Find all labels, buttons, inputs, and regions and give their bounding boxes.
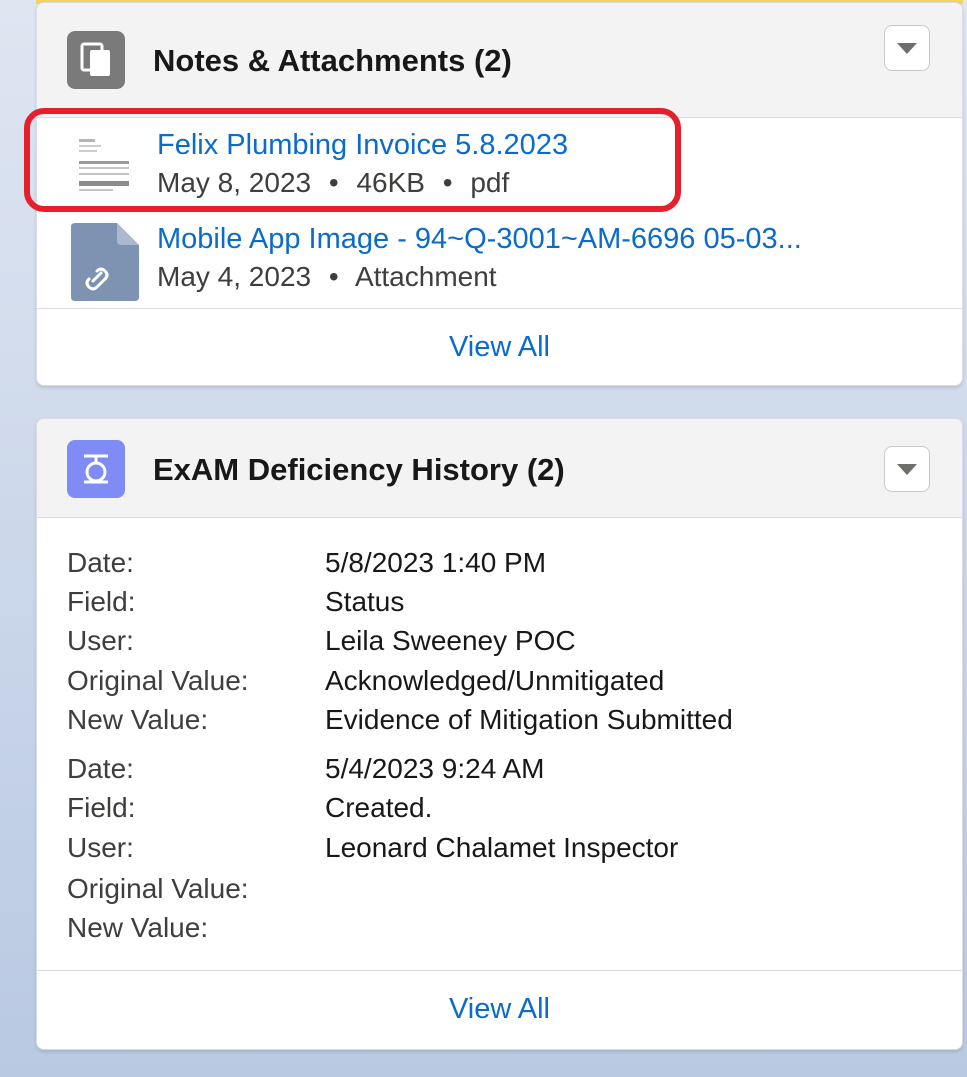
notes-card-title[interactable]: Notes & Attachments (2) xyxy=(153,43,512,79)
card-footer-divider xyxy=(37,970,962,971)
meta-separator: • xyxy=(328,261,339,292)
field-value: Created. xyxy=(325,792,433,823)
attachment-date: May 4, 2023 xyxy=(157,261,312,292)
card-footer-divider xyxy=(37,308,962,309)
field-value: Status xyxy=(325,586,405,617)
user-label: User: xyxy=(67,832,134,863)
original-value-label: Original Value: xyxy=(67,873,249,904)
new-value-label: New Value: xyxy=(67,912,209,943)
date-value: 5/4/2023 9:24 AM xyxy=(325,753,545,784)
new-value-label: New Value: xyxy=(67,704,209,735)
original-value: Acknowledged/Unmitigated xyxy=(325,665,665,696)
notes-card-header: Notes & Attachments (2) xyxy=(37,3,962,118)
history-card-title[interactable]: ExAM Deficiency History (2) xyxy=(153,452,565,488)
attachment-title-link[interactable]: Mobile App Image - 94~Q-3001~AM-6696 05-… xyxy=(157,223,802,256)
highlight-annotation xyxy=(24,108,681,212)
deficiency-history-icon xyxy=(67,440,125,498)
new-value: Evidence of Mitigation Submitted xyxy=(325,704,733,735)
notes-view-all-link[interactable]: View All xyxy=(37,331,962,364)
attachment-file-icon[interactable] xyxy=(71,223,139,306)
date-label: Date: xyxy=(67,547,134,578)
attachment-item[interactable]: Mobile App Image - 94~Q-3001~AM-6696 05-… xyxy=(37,219,962,309)
chevron-down-icon xyxy=(897,463,917,475)
field-label: Field: xyxy=(67,792,136,823)
notes-card-menu-button[interactable] xyxy=(884,25,930,71)
history-view-all-link[interactable]: View All xyxy=(37,993,962,1026)
deficiency-history-card: ExAM Deficiency History (2) Date: 5/8/20… xyxy=(36,418,963,1050)
notes-icon xyxy=(67,31,125,89)
history-card-menu-button[interactable] xyxy=(884,446,930,492)
user-link[interactable]: Leila Sweeney POC xyxy=(325,625,576,657)
date-label: Date: xyxy=(67,753,134,784)
attachment-meta: May 4, 2023 • Attachment xyxy=(157,261,497,293)
original-value-label: Original Value: xyxy=(67,665,249,696)
chevron-down-icon xyxy=(897,42,917,54)
user-label: User: xyxy=(67,625,134,656)
date-value: 5/8/2023 1:40 PM xyxy=(325,547,547,578)
attachment-type: Attachment xyxy=(354,261,497,292)
user-link[interactable]: Leonard Chalamet Inspector xyxy=(325,832,678,864)
field-label: Field: xyxy=(67,586,136,617)
history-card-header: ExAM Deficiency History (2) xyxy=(37,419,962,518)
